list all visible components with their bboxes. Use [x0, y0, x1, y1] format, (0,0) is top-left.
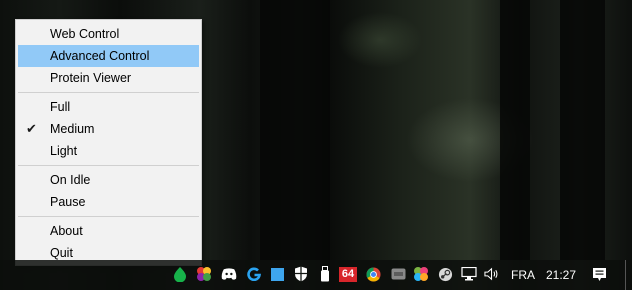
menu-item-pause[interactable]: Pause [18, 191, 199, 213]
language-indicator[interactable]: FRA [511, 268, 535, 282]
usb-drive-icon[interactable] [317, 266, 333, 282]
aida64-icon[interactable]: 64 [339, 266, 357, 282]
menu-item-web-control[interactable]: Web Control [18, 23, 199, 45]
menu-item-full[interactable]: Full [18, 96, 199, 118]
aida64-badge: 64 [339, 266, 357, 282]
taskbar: 64 FRA 21:27 [0, 260, 632, 290]
logitech-g-icon[interactable] [246, 266, 262, 282]
color-flower-icon[interactable] [413, 266, 429, 282]
network-icon[interactable] [461, 266, 477, 282]
tray-context-menu: Web Control Advanced Control Protein Vie… [15, 19, 202, 266]
windows-security-shield-icon[interactable] [293, 266, 309, 282]
folding-at-home-icon[interactable] [172, 266, 188, 282]
gray-app-icon[interactable] [390, 266, 406, 282]
blue-square-icon[interactable] [269, 266, 285, 282]
menu-separator [18, 165, 199, 166]
discord-icon[interactable] [221, 266, 237, 282]
menu-separator [18, 216, 199, 217]
tree-trunk [560, 0, 605, 260]
menu-separator [18, 92, 199, 93]
steam-icon[interactable] [437, 266, 453, 282]
menu-item-medium[interactable]: ✔ Medium [18, 118, 199, 140]
notification-icon[interactable] [591, 266, 607, 282]
menu-item-on-idle[interactable]: On Idle [18, 169, 199, 191]
menu-item-advanced-control[interactable]: Advanced Control [18, 45, 199, 67]
clock[interactable]: 21:27 [546, 268, 576, 282]
volume-icon[interactable] [484, 266, 500, 282]
tree-trunk [260, 0, 330, 260]
menu-item-protein-viewer[interactable]: Protein Viewer [18, 67, 199, 89]
menu-item-light[interactable]: Light [18, 140, 199, 162]
tree-trunk [500, 0, 530, 260]
show-desktop-divider [625, 260, 626, 290]
menu-item-about[interactable]: About [18, 220, 199, 242]
chrome-icon[interactable] [365, 266, 381, 282]
color-flower-icon[interactable] [196, 266, 212, 282]
checkmark-icon: ✔ [26, 121, 37, 136]
